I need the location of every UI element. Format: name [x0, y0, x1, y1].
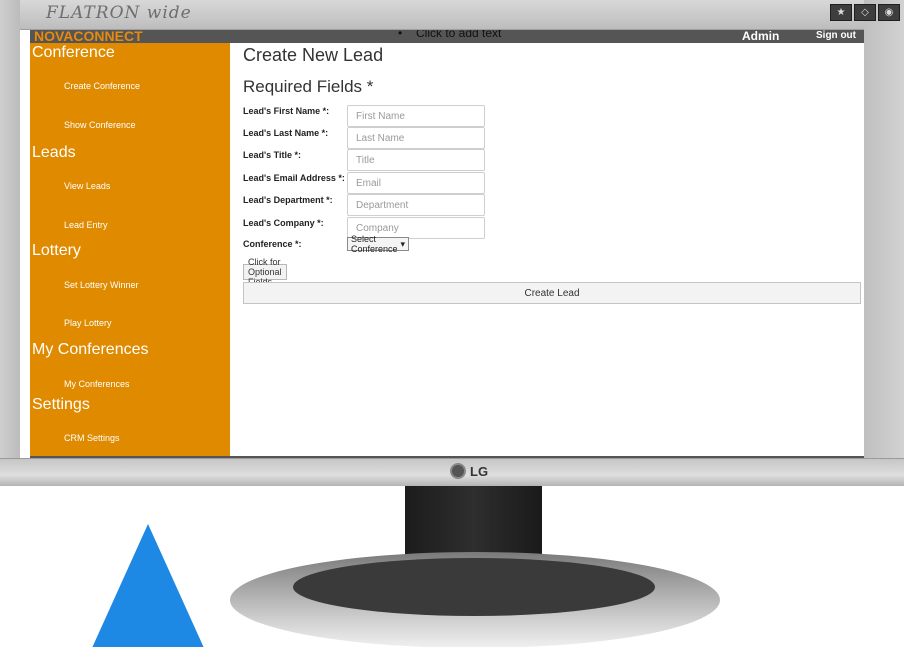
sidebar-item-set-lottery-winner[interactable]: Set Lottery Winner [64, 280, 139, 290]
screen: NOVACONNECT Click to add text Admin Sign… [30, 30, 864, 458]
conference-select[interactable]: Select Conference ▾ [347, 234, 410, 254]
page-title: Create New Lead [243, 45, 384, 65]
sidebar-header-settings: Settings [32, 396, 90, 413]
title-label: Lead's Title *: [243, 150, 301, 160]
sidebar-header-lottery: Lottery [32, 242, 81, 259]
section-title: Required Fields * [243, 77, 374, 96]
monitor-indicator-icons: ★ ◇ ◉ [830, 4, 900, 21]
department-label: Lead's Department *: [243, 195, 333, 205]
app-brand[interactable]: NOVACONNECT [34, 30, 143, 44]
placeholder-hint: Click to add text [398, 30, 501, 40]
company-label: Lead's Company *: [243, 218, 324, 228]
sidebar-item-create-conference[interactable]: Create Conference [64, 81, 140, 91]
monitor-bezel-right [864, 0, 904, 484]
first-name-label: Lead's First Name *: [243, 106, 330, 116]
user-name: Admin [742, 30, 780, 43]
last-name-input[interactable] [347, 127, 485, 149]
monitor-brand-label: FLATRON wide [46, 3, 192, 23]
top-navigation-bar: NOVACONNECT Click to add text Admin Sign… [30, 30, 864, 44]
lg-logo-icon [450, 463, 466, 479]
lg-logo-text: LG [470, 463, 489, 479]
create-lead-button[interactable]: Create Lead [243, 282, 861, 304]
sidebar-item-play-lottery[interactable]: Play Lottery [64, 318, 112, 328]
sidebar-header-my-conferences: My Conferences [32, 341, 149, 358]
caret-down-icon: ▾ [400, 238, 406, 249]
power-rating-icon: ◉ [878, 4, 900, 21]
email-label: Lead's Email Address *: [243, 173, 345, 183]
department-input[interactable] [347, 194, 485, 216]
optional-fields-button[interactable]: Click for Optional Fields [243, 257, 287, 287]
monitor-bezel-left [0, 0, 20, 484]
email-input[interactable] [347, 172, 485, 194]
sidebar-item-show-conference[interactable]: Show Conference [64, 120, 136, 130]
monitor-base-inner [293, 558, 655, 616]
conference-select-value: Select Conference [351, 234, 398, 254]
sign-out-link[interactable]: Sign out [816, 30, 856, 41]
title-input[interactable] [347, 149, 485, 171]
sidebar-header-leads: Leads [32, 144, 76, 161]
sidebar: Conference Create Conference Show Confer… [30, 43, 230, 458]
first-name-input[interactable] [347, 105, 485, 127]
sidebar-item-crm-settings[interactable]: CRM Settings [64, 433, 120, 443]
conference-label: Conference *: [243, 239, 302, 249]
blue-triangle-shape [92, 524, 204, 647]
lg-logo: LG [450, 463, 488, 479]
sidebar-header-conference: Conference [32, 44, 115, 61]
certification-icon: ◇ [854, 4, 876, 21]
sidebar-item-my-conferences[interactable]: My Conferences [64, 379, 130, 389]
sidebar-item-view-leads[interactable]: View Leads [64, 181, 110, 191]
sidebar-item-lead-entry[interactable]: Lead Entry [64, 220, 108, 230]
last-name-label: Lead's Last Name *: [243, 128, 329, 138]
energy-star-icon: ★ [830, 4, 852, 21]
